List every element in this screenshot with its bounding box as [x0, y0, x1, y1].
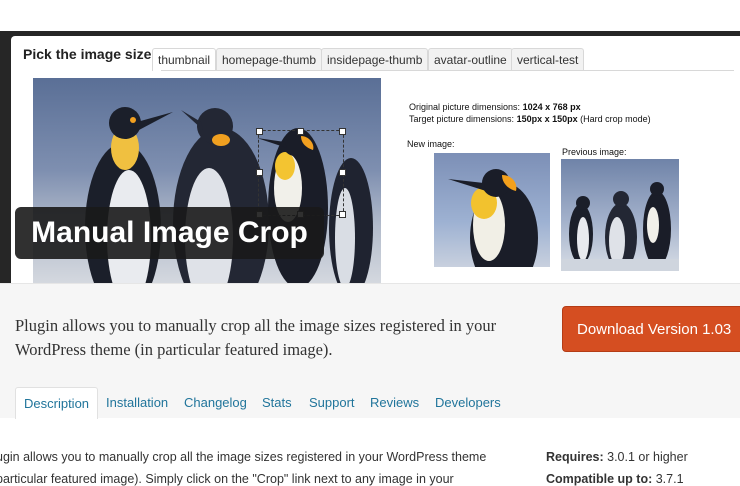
crop-handle[interactable] — [297, 128, 304, 135]
previous-image-label: Previous image: — [562, 147, 627, 157]
plugin-title-overlay: Manual Image Crop — [15, 207, 324, 259]
tab-stats[interactable]: Stats — [262, 387, 292, 418]
tab-reviews[interactable]: Reviews — [370, 387, 419, 418]
pick-size-label: Pick the image size: — [23, 46, 157, 62]
banner-image: × Pick the image size: thumbnail homepag… — [0, 0, 740, 283]
download-button[interactable]: Download Version 1.03 — [562, 306, 740, 352]
tab-developers[interactable]: Developers — [435, 387, 501, 418]
size-tab-homepage-thumb[interactable]: homepage-thumb — [216, 48, 323, 71]
requires-value: 3.0.1 or higher — [603, 450, 688, 464]
size-tab-thumbnail[interactable]: thumbnail — [152, 48, 217, 71]
crop-handle[interactable] — [339, 128, 346, 135]
crop-handle[interactable] — [339, 211, 346, 218]
crop-handle[interactable] — [256, 169, 263, 176]
previous-image-preview — [561, 159, 679, 271]
tab-installation[interactable]: Installation — [106, 387, 168, 418]
target-dims-label: Target picture dimensions: — [409, 114, 517, 124]
tab-changelog[interactable]: Changelog — [184, 387, 247, 418]
target-dims-value: 150px x 150px — [516, 114, 578, 124]
plugin-header: Plugin allows you to manually crop all t… — [0, 283, 740, 419]
original-dims-value: 1024 x 768 px — [522, 102, 581, 112]
size-tab-avatar-outline[interactable]: avatar-outline — [428, 48, 513, 71]
target-dimensions: Target picture dimensions: 150px x 150px… — [409, 114, 651, 124]
compatible-label: Compatible up to: — [546, 472, 653, 486]
tab-divider — [161, 70, 734, 71]
previous-image-penguins — [561, 182, 679, 271]
crop-selection-box[interactable] — [256, 128, 346, 218]
original-dimensions: Original picture dimensions: 1024 x 768 … — [409, 102, 581, 112]
description-line-2: particular featured image). Simply click… — [0, 472, 454, 486]
requires-meta: Requires: 3.0.1 or higher — [546, 450, 688, 464]
crop-handle[interactable] — [339, 169, 346, 176]
new-image-label: New image: — [407, 139, 455, 149]
new-image-preview — [434, 153, 550, 267]
compatible-value: 3.7.1 — [652, 472, 684, 486]
plugin-short-description: Plugin allows you to manually crop all t… — [15, 316, 497, 359]
size-tab-insidepage-thumb[interactable]: insidepage-thumb — [321, 48, 429, 71]
compatible-meta: Compatible up to: 3.7.1 — [546, 472, 684, 486]
description-line-1: ugin allows you to manually crop all the… — [0, 450, 487, 464]
new-image-penguin — [448, 169, 538, 267]
crop-handle[interactable] — [256, 128, 263, 135]
target-dims-note: (Hard crop mode) — [577, 114, 651, 124]
requires-label: Requires: — [546, 450, 604, 464]
tab-support[interactable]: Support — [309, 387, 355, 418]
tab-description[interactable]: Description — [15, 387, 99, 419]
size-tab-vertical-test[interactable]: vertical-test — [511, 48, 585, 71]
original-dims-label: Original picture dimensions: — [409, 102, 523, 112]
